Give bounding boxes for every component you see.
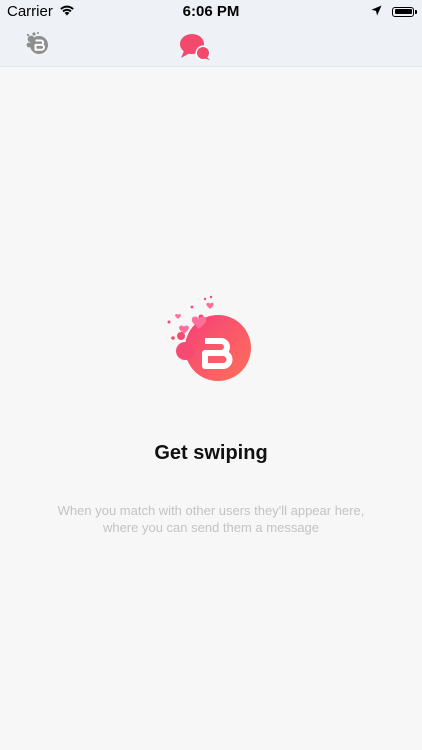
location-arrow-icon: [371, 3, 382, 20]
brand-logo-icon[interactable]: [24, 30, 50, 56]
navigation-bar: [0, 22, 422, 67]
chat-bubbles-icon[interactable]: [178, 33, 212, 61]
battery-icon: [392, 6, 417, 17]
status-right: [371, 3, 417, 20]
empty-state-title: Get swiping: [154, 442, 268, 464]
status-bar: Carrier 6:06 PM: [0, 0, 422, 22]
brand-hearts-logo-icon: [161, 293, 257, 389]
empty-state-message: When you match with other users they'll …: [57, 503, 365, 535]
status-time: 6:06 PM: [182, 3, 240, 20]
